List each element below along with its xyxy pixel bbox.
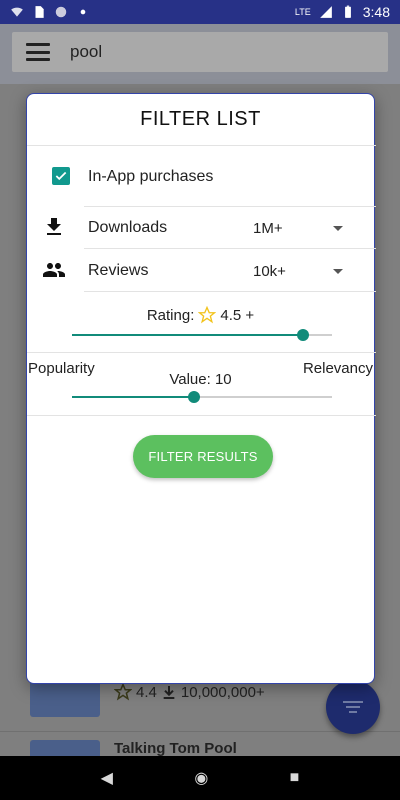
downloads-select[interactable]: 1M+ <box>253 220 283 237</box>
in-app-label: In-App purchases <box>88 168 214 185</box>
dot-icon <box>80 9 86 15</box>
network-type: LTE <box>294 7 311 17</box>
battery-icon <box>344 5 351 18</box>
clock: 3:48 <box>362 4 390 20</box>
status-bar: LTE 3:48 <box>0 0 400 24</box>
divider <box>84 248 376 249</box>
dialog-title: FILTER LIST <box>140 108 261 130</box>
people-icon <box>43 263 65 277</box>
popularity-relevancy-slider[interactable] <box>72 391 332 403</box>
system-nav-bar: ◀ ◉ ■ <box>0 756 400 800</box>
signal-icon <box>319 6 332 18</box>
chevron-down-icon[interactable] <box>333 269 343 274</box>
item-title: Talking Tom Pool <box>114 740 237 757</box>
recents-button[interactable]: ■ <box>290 769 300 787</box>
rating-slider[interactable] <box>72 329 332 341</box>
menu-icon[interactable] <box>26 43 50 61</box>
download-icon <box>47 218 61 235</box>
reviews-label: Reviews <box>88 262 149 279</box>
item-rating: 4.4 <box>136 683 157 701</box>
filter-fab[interactable] <box>326 680 380 734</box>
search-query[interactable]: pool <box>70 42 102 62</box>
download-icon <box>163 686 175 699</box>
circle-icon <box>55 6 67 18</box>
filter-results-button[interactable]: FILTER RESULTS <box>133 435 273 478</box>
filter-dialog: FILTER LIST In-App purchases Downloads 1… <box>26 93 376 684</box>
divider <box>84 291 376 292</box>
divider <box>27 415 376 416</box>
rating-slider-fill <box>72 334 303 336</box>
app-bar: pool <box>0 24 400 84</box>
chevron-down-icon[interactable] <box>333 226 343 231</box>
in-app-checkbox[interactable] <box>52 167 70 185</box>
filter-icon <box>343 701 363 713</box>
rating-label: Rating: <box>146 306 195 324</box>
downloads-label: Downloads <box>88 219 168 236</box>
divider <box>27 352 376 353</box>
divider <box>84 206 376 207</box>
divider <box>27 145 376 146</box>
balance-slider-thumb[interactable] <box>188 391 200 403</box>
star-outline-icon <box>114 683 132 701</box>
wifi-icon <box>11 7 23 17</box>
balance-slider-fill <box>72 396 194 398</box>
rating-value: 4.5 + <box>220 306 255 324</box>
rating-row: Rating: 4.5 + <box>27 306 374 324</box>
search-bar[interactable]: pool <box>12 32 388 72</box>
back-button[interactable]: ◀ <box>101 768 113 788</box>
value-label: Value: 10 <box>169 371 232 388</box>
check-icon <box>55 171 67 181</box>
home-button[interactable]: ◉ <box>194 768 208 788</box>
star-outline-icon <box>198 306 217 324</box>
reviews-select[interactable]: 10k+ <box>253 263 286 280</box>
item-downloads: 10,000,000+ <box>180 683 265 701</box>
sd-card-icon <box>35 6 44 18</box>
rating-slider-thumb[interactable] <box>297 329 309 341</box>
